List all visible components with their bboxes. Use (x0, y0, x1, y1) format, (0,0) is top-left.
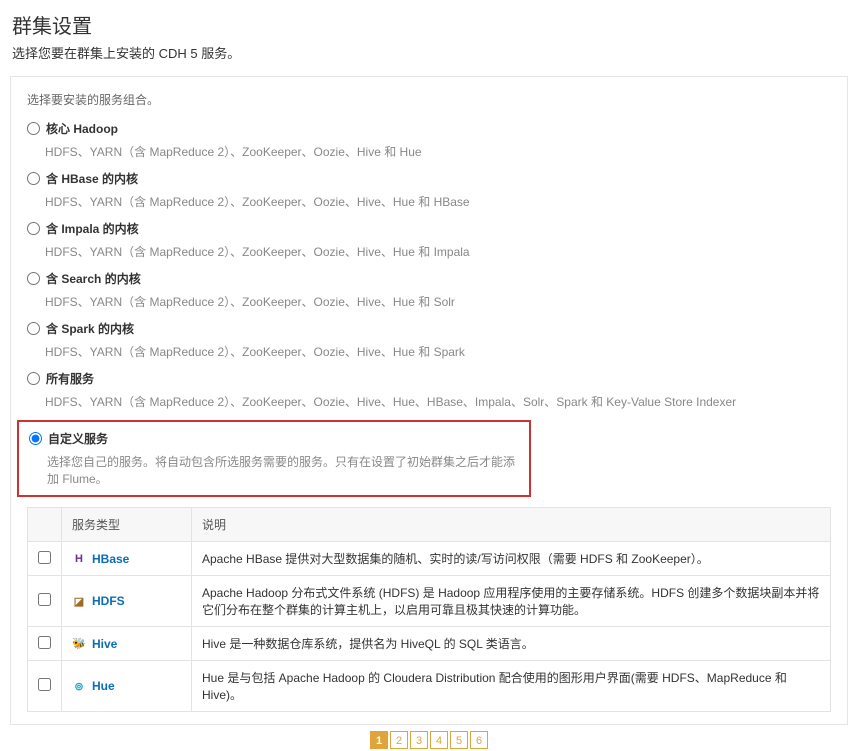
hdfs-icon: ◪ (72, 594, 86, 608)
table-row: H HBase Apache HBase 提供对大型数据集的随机、实时的读/写访问权… (28, 542, 831, 576)
option-title: 自定义服务 (48, 430, 108, 447)
pager-page-6[interactable]: 6 (470, 731, 488, 749)
service-checkbox-hive[interactable] (38, 636, 51, 649)
option-row-custom[interactable]: 自定义服务 (29, 430, 519, 447)
option-with-hbase: 含 HBase 的内核 HDFS、YARN（含 MapReduce 2）、ZooK… (27, 170, 831, 210)
option-title: 含 HBase 的内核 (46, 170, 138, 187)
table-row: ⊚ Hue Hue 是与包括 Apache Hadoop 的 Cloudera Di… (28, 661, 831, 712)
pager: 123456 (10, 731, 848, 749)
page-subtitle: 选择您要在群集上安装的 CDH 5 服务。 (12, 43, 848, 62)
option-radio-with-search[interactable] (27, 272, 40, 285)
options-list: 核心 Hadoop HDFS、YARN（含 MapReduce 2）、ZooKee… (27, 120, 831, 497)
option-title: 含 Spark 的内核 (46, 320, 134, 337)
hbase-icon: H (72, 552, 86, 566)
page-title: 群集设置 (12, 10, 848, 39)
main-panel: 选择要安装的服务组合。 核心 Hadoop HDFS、YARN（含 MapRedu… (10, 76, 848, 725)
option-with-spark: 含 Spark 的内核 HDFS、YARN（含 MapReduce 2）、ZooK… (27, 320, 831, 360)
service-link-hdfs[interactable]: ◪ HDFS (72, 594, 125, 608)
table-header-desc: 说明 (192, 508, 831, 542)
option-row-core-hadoop[interactable]: 核心 Hadoop (27, 120, 831, 137)
row-name-cell: ⊚ Hue (62, 661, 192, 712)
service-checkbox-hbase[interactable] (38, 551, 51, 564)
row-check-cell (28, 576, 62, 627)
option-with-search: 含 Search 的内核 HDFS、YARN（含 MapReduce 2）、Zoo… (27, 270, 831, 310)
panel-hint: 选择要安装的服务组合。 (27, 91, 831, 108)
service-name-label: HBase (92, 552, 129, 566)
hive-icon: 🐝 (72, 637, 86, 651)
row-check-cell (28, 542, 62, 576)
row-name-cell: ◪ HDFS (62, 576, 192, 627)
option-desc: HDFS、YARN（含 MapReduce 2）、ZooKeeper、Oozie… (45, 343, 831, 360)
option-row-with-impala[interactable]: 含 Impala 的内核 (27, 220, 831, 237)
option-title: 含 Search 的内核 (46, 270, 141, 287)
option-desc: 选择您自己的服务。将自动包含所选服务需要的服务。只有在设置了初始群集之后才能添加… (47, 453, 519, 487)
service-name-label: HDFS (92, 594, 125, 608)
service-link-hbase[interactable]: H HBase (72, 552, 129, 566)
service-checkbox-hdfs[interactable] (38, 593, 51, 606)
option-row-with-search[interactable]: 含 Search 的内核 (27, 270, 831, 287)
option-desc: HDFS、YARN（含 MapReduce 2）、ZooKeeper、Oozie… (45, 393, 831, 410)
row-check-cell (28, 627, 62, 661)
option-row-all-services[interactable]: 所有服务 (27, 370, 831, 387)
service-name-label: Hue (92, 679, 115, 693)
option-desc: HDFS、YARN（含 MapReduce 2）、ZooKeeper、Oozie… (45, 193, 831, 210)
service-table: 服务类型 说明 H HBase Apache HBase 提供对大型数据集的随机、实… (27, 507, 831, 712)
option-radio-all-services[interactable] (27, 372, 40, 385)
service-desc: Hive 是一种数据仓库系统，提供名为 HiveQL 的 SQL 类语言。 (192, 627, 831, 661)
option-title: 所有服务 (46, 370, 94, 387)
option-radio-with-impala[interactable] (27, 222, 40, 235)
pager-page-2[interactable]: 2 (390, 731, 408, 749)
option-desc: HDFS、YARN（含 MapReduce 2）、ZooKeeper、Oozie… (45, 143, 831, 160)
option-with-impala: 含 Impala 的内核 HDFS、YARN（含 MapReduce 2）、Zoo… (27, 220, 831, 260)
row-name-cell: 🐝 Hive (62, 627, 192, 661)
option-radio-core-hadoop[interactable] (27, 122, 40, 135)
option-all-services: 所有服务 HDFS、YARN（含 MapReduce 2）、ZooKeeper、O… (27, 370, 831, 410)
service-name-label: Hive (92, 637, 117, 651)
option-title: 核心 Hadoop (46, 120, 118, 137)
table-header-check (28, 508, 62, 542)
option-core-hadoop: 核心 Hadoop HDFS、YARN（含 MapReduce 2）、ZooKee… (27, 120, 831, 160)
table-row: ◪ HDFS Apache Hadoop 分布式文件系统 (HDFS) 是 Hado… (28, 576, 831, 627)
service-desc: Apache Hadoop 分布式文件系统 (HDFS) 是 Hadoop 应用… (192, 576, 831, 627)
option-desc: HDFS、YARN（含 MapReduce 2）、ZooKeeper、Oozie… (45, 293, 831, 310)
row-name-cell: H HBase (62, 542, 192, 576)
pager-page-4[interactable]: 4 (430, 731, 448, 749)
pager-page-5[interactable]: 5 (450, 731, 468, 749)
service-link-hive[interactable]: 🐝 Hive (72, 637, 117, 651)
option-radio-custom[interactable] (29, 432, 42, 445)
service-link-hue[interactable]: ⊚ Hue (72, 679, 115, 693)
pager-page-3[interactable]: 3 (410, 731, 428, 749)
option-row-with-hbase[interactable]: 含 HBase 的内核 (27, 170, 831, 187)
table-row: 🐝 Hive Hive 是一种数据仓库系统，提供名为 HiveQL 的 SQL 类语… (28, 627, 831, 661)
option-custom: 自定义服务选择您自己的服务。将自动包含所选服务需要的服务。只有在设置了初始群集之… (17, 420, 531, 497)
option-row-with-spark[interactable]: 含 Spark 的内核 (27, 320, 831, 337)
row-check-cell (28, 661, 62, 712)
option-radio-with-hbase[interactable] (27, 172, 40, 185)
table-header-type: 服务类型 (62, 508, 192, 542)
option-radio-with-spark[interactable] (27, 322, 40, 335)
service-desc: Hue 是与包括 Apache Hadoop 的 Cloudera Distri… (192, 661, 831, 712)
pager-page-1[interactable]: 1 (370, 731, 388, 749)
hue-icon: ⊚ (72, 679, 86, 693)
service-checkbox-hue[interactable] (38, 678, 51, 691)
service-desc: Apache HBase 提供对大型数据集的随机、实时的读/写访问权限（需要 H… (192, 542, 831, 576)
option-desc: HDFS、YARN（含 MapReduce 2）、ZooKeeper、Oozie… (45, 243, 831, 260)
option-title: 含 Impala 的内核 (46, 220, 139, 237)
